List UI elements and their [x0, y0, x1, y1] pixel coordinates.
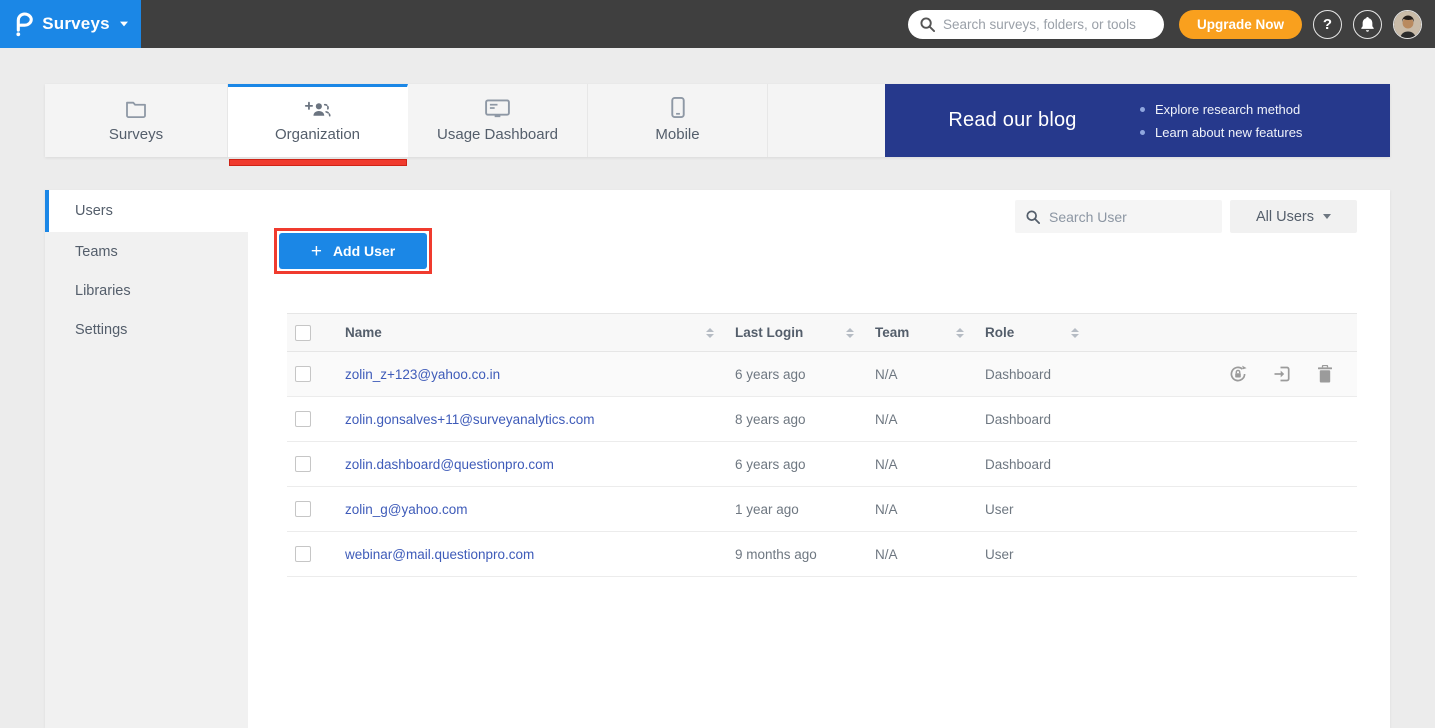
table-row: zolin.gonsalves+11@surveyanalytics.com 8… [287, 397, 1357, 442]
user-email-link[interactable]: zolin_g@yahoo.com [332, 502, 722, 517]
team-value: N/A [862, 547, 972, 562]
role-value: User [972, 547, 1087, 562]
tabstrip-filler [768, 84, 885, 157]
tab-usage-dashboard[interactable]: Usage Dashboard [408, 84, 588, 157]
global-search-input[interactable] [943, 17, 1152, 32]
table-row: webinar@mail.questionpro.com 9 months ag… [287, 532, 1357, 577]
column-header-last-login: Last Login [735, 325, 803, 340]
main-panel: Users Teams Libraries Settings + Add Use… [45, 190, 1390, 728]
user-email-link[interactable]: zolin.dashboard@questionpro.com [332, 457, 722, 472]
help-button[interactable]: ? [1313, 10, 1342, 39]
blog-banner[interactable]: Read our blog Explore research method Le… [885, 84, 1390, 157]
notifications-button[interactable] [1353, 10, 1382, 39]
question-mark-icon: ? [1323, 16, 1332, 33]
user-avatar[interactable] [1393, 10, 1422, 39]
last-login-value: 9 months ago [722, 547, 862, 562]
user-filter-row: All Users [1015, 200, 1357, 233]
role-value: Dashboard [972, 367, 1087, 382]
add-user-annotation: + Add User [274, 228, 432, 274]
banner-bullet: Learn about new features [1140, 121, 1302, 144]
delete-user-icon[interactable] [1317, 365, 1333, 383]
role-value: User [972, 502, 1087, 517]
plus-icon: + [311, 242, 322, 261]
people-add-icon [304, 98, 331, 118]
sort-name-icon[interactable] [706, 328, 714, 338]
team-value: N/A [862, 412, 972, 427]
column-header-name: Name [345, 325, 382, 340]
organization-tab-annotation [229, 159, 407, 166]
team-value: N/A [862, 367, 972, 382]
bell-icon [1361, 17, 1374, 32]
user-filter-dropdown[interactable]: All Users [1230, 200, 1357, 233]
tab-label: Organization [275, 126, 360, 143]
reset-password-icon[interactable] [1229, 365, 1247, 383]
role-value: Dashboard [972, 457, 1087, 472]
sidebar-item-teams[interactable]: Teams [45, 232, 248, 271]
tab-organization[interactable]: Organization [228, 84, 408, 157]
users-table: Name Last Login Team Role [287, 313, 1357, 577]
chevron-down-icon [1323, 214, 1331, 219]
last-login-value: 1 year ago [722, 502, 862, 517]
mobile-icon [671, 98, 685, 118]
product-label: Surveys [42, 14, 110, 34]
row-checkbox[interactable] [295, 456, 311, 472]
sidebar-item-settings[interactable]: Settings [45, 310, 248, 349]
row-checkbox[interactable] [295, 501, 311, 517]
search-icon [1026, 210, 1040, 224]
row-checkbox[interactable] [295, 411, 311, 427]
sort-last-login-icon[interactable] [846, 328, 854, 338]
product-switcher[interactable]: Surveys [0, 0, 141, 48]
table-row: zolin_g@yahoo.com 1 year ago N/A User [287, 487, 1357, 532]
organization-sidebar: Users Teams Libraries Settings [45, 190, 248, 728]
sort-role-icon[interactable] [1071, 328, 1079, 338]
column-header-team: Team [875, 325, 909, 340]
table-row: zolin_z+123@yahoo.co.in 6 years ago N/A … [287, 352, 1357, 397]
tab-label: Surveys [109, 126, 163, 143]
banner-bullet: Explore research method [1140, 98, 1302, 121]
row-checkbox[interactable] [295, 366, 311, 382]
user-email-link[interactable]: webinar@mail.questionpro.com [332, 547, 722, 562]
sort-team-icon[interactable] [956, 328, 964, 338]
avatar-photo [1394, 11, 1422, 39]
user-search-input[interactable] [1049, 209, 1230, 225]
tab-label: Mobile [655, 126, 699, 143]
user-email-link[interactable]: zolin_z+123@yahoo.co.in [332, 367, 722, 382]
select-all-checkbox[interactable] [295, 325, 311, 341]
tab-mobile[interactable]: Mobile [588, 84, 768, 157]
table-header-row: Name Last Login Team Role [287, 313, 1357, 352]
role-value: Dashboard [972, 412, 1087, 427]
user-search-box [1015, 200, 1222, 233]
users-content: + Add User All Users Name [248, 190, 1390, 728]
tab-surveys[interactable]: Surveys [45, 84, 228, 157]
last-login-value: 6 years ago [722, 367, 862, 382]
team-value: N/A [862, 502, 972, 517]
top-bar: Surveys Upgrade Now ? [0, 0, 1435, 48]
add-user-button[interactable]: + Add User [279, 233, 427, 269]
tab-label: Usage Dashboard [437, 126, 558, 143]
banner-title: Read our blog [885, 109, 1140, 132]
table-row: zolin.dashboard@questionpro.com 6 years … [287, 442, 1357, 487]
last-login-value: 6 years ago [722, 457, 862, 472]
team-value: N/A [862, 457, 972, 472]
login-as-user-icon[interactable] [1273, 365, 1291, 383]
last-login-value: 8 years ago [722, 412, 862, 427]
dashboard-icon [485, 98, 510, 118]
section-tabs: Surveys Organization Usage Dashboard [45, 84, 1390, 157]
upgrade-now-button[interactable]: Upgrade Now [1179, 10, 1302, 39]
folder-icon [125, 98, 147, 118]
chevron-down-icon [120, 22, 128, 27]
row-checkbox[interactable] [295, 546, 311, 562]
sidebar-item-libraries[interactable]: Libraries [45, 271, 248, 310]
sidebar-item-users[interactable]: Users [45, 190, 248, 232]
global-search [908, 10, 1164, 39]
user-email-link[interactable]: zolin.gonsalves+11@surveyanalytics.com [332, 412, 722, 427]
column-header-role: Role [985, 325, 1014, 340]
questionpro-logo-icon [12, 12, 33, 37]
banner-bullet-list: Explore research method Learn about new … [1140, 98, 1302, 144]
search-icon [920, 17, 935, 32]
